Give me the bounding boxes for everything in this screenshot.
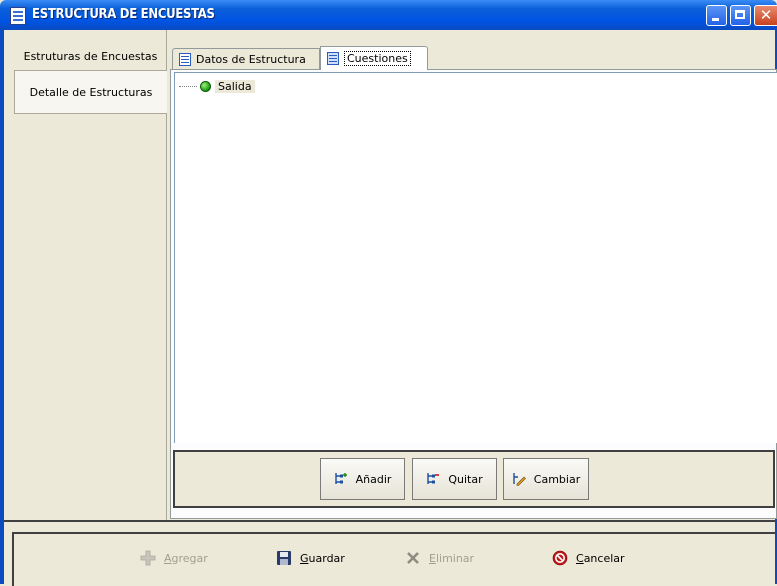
sidebar-item-label: Estruturas de Encuestas (23, 49, 158, 63)
app-window-icon (10, 7, 26, 25)
tree-list-icon (327, 52, 339, 65)
delete-x-icon (407, 552, 419, 564)
bottom-action-bar (4, 520, 775, 586)
guardar-button[interactable]: Guardar (276, 548, 345, 568)
tab-cuestiones[interactable]: Cuestiones (320, 46, 428, 70)
plus-icon (140, 550, 156, 566)
tree-connector (179, 85, 197, 87)
maximize-icon (735, 10, 745, 19)
sidebar-item-label: Detalle de Estructuras (29, 85, 153, 99)
remove-node-button[interactable]: Quitar (412, 458, 497, 500)
button-label: Cambiar (533, 472, 581, 486)
save-disk-icon (277, 551, 291, 565)
document-icon (179, 52, 191, 66)
remove-node-icon (427, 473, 440, 484)
button-label: Añadir (355, 472, 392, 486)
green-dot-icon (200, 80, 211, 92)
button-label: Quitar (448, 472, 483, 486)
cancel-icon (552, 550, 568, 566)
button-label: Agregar (164, 551, 208, 565)
agregar-button[interactable]: Agregar (140, 548, 208, 568)
tree-node[interactable]: Salida (179, 78, 255, 94)
minimize-icon (712, 18, 719, 21)
add-node-button[interactable]: Añadir (320, 458, 405, 500)
add-node-icon (334, 473, 347, 484)
window-title: ESTRUCTURA DE ENCUESTAS (32, 7, 215, 22)
cancelar-button[interactable]: Cancelar (552, 548, 625, 568)
edit-node-icon (513, 473, 526, 486)
button-label: Cancelar (576, 551, 625, 565)
button-label: Guardar (300, 551, 345, 565)
bottom-action-panel (12, 532, 775, 586)
eliminar-button[interactable]: Eliminar (405, 548, 474, 568)
close-button[interactable]: ✕ (754, 5, 777, 26)
questions-tree[interactable]: Salida (174, 72, 777, 443)
title-bar[interactable]: ESTRUCTURA DE ENCUESTAS ✕ (0, 0, 777, 30)
maximize-button[interactable] (730, 5, 751, 26)
tree-node-label: Salida (215, 79, 255, 93)
sidebar-item-detalle[interactable]: Detalle de Estructuras (14, 70, 167, 114)
tab-label: Cuestiones (344, 51, 411, 66)
button-label: Eliminar (429, 551, 475, 565)
close-icon: ✕ (759, 6, 773, 24)
change-node-button[interactable]: Cambiar (503, 458, 589, 500)
minimize-button[interactable] (706, 5, 727, 26)
tab-datos-estructura[interactable]: Datos de Estructura (172, 48, 320, 69)
tab-label: Datos de Estructura (196, 52, 306, 66)
